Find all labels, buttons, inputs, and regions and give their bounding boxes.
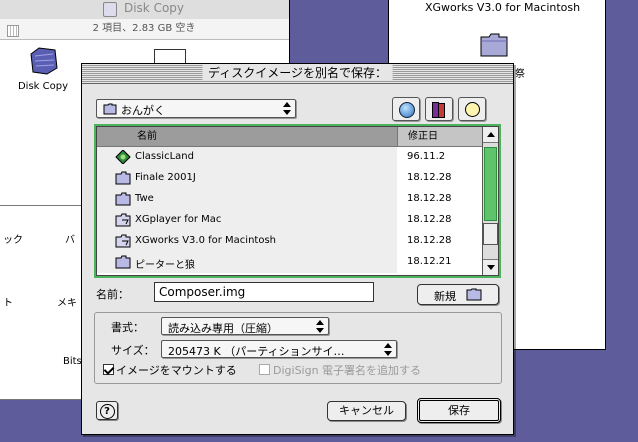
recent-button[interactable] xyxy=(458,97,486,121)
save-button[interactable]: 保存 xyxy=(417,398,501,423)
cancel-button-label: キャンセル xyxy=(339,404,394,417)
format-popup-value: 読み込み専用（圧縮） xyxy=(168,322,278,335)
network-globe-icon xyxy=(399,102,415,118)
file-row[interactable]: Twe 18.12.28 xyxy=(97,189,483,210)
popup-arrows-icon xyxy=(384,343,392,356)
file-name: Twe xyxy=(135,193,154,204)
size-popup[interactable]: 205473 K （パーティションサイ… xyxy=(161,340,397,358)
help-button[interactable]: ? xyxy=(96,401,118,420)
size-label: サイズ： xyxy=(111,344,155,357)
column-header-date[interactable]: 修正日 xyxy=(397,127,483,147)
disk-copy-info: 2 項目、2.83 GB 空き xyxy=(0,19,289,40)
options-group: 書式： 読み込み専用（圧縮） サイズ： 205473 K （パーティションサイ…… xyxy=(94,312,502,384)
dialog-title: ディスクイメージを別名で保存： xyxy=(202,65,393,81)
digisign-checkbox[interactable] xyxy=(259,364,270,375)
popup-arrows-icon xyxy=(283,102,291,115)
help-icon: ? xyxy=(99,404,115,419)
file-name: XGworks V3.0 for Macintosh xyxy=(135,235,276,246)
fragment-text: ック xyxy=(3,235,23,246)
fragment-text: メキ xyxy=(57,298,77,309)
file-date: 18.12.28 xyxy=(407,235,452,246)
folder-icon[interactable] xyxy=(479,31,509,62)
folder-icon xyxy=(466,288,482,304)
mount-checkbox[interactable] xyxy=(103,364,114,375)
disk-copy-titlebar[interactable]: Disk Copy xyxy=(0,0,289,20)
grid-view-icon[interactable] xyxy=(7,25,19,37)
save-button-label: 保存 xyxy=(448,404,470,417)
file-name: ピーターと狼 xyxy=(135,260,195,271)
file-name: Finale 2001J xyxy=(135,172,196,183)
dialog-titlebar[interactable]: ディスクイメージを別名で保存： xyxy=(82,64,513,84)
favorites-button[interactable] xyxy=(425,97,453,121)
new-folder-label: 新規 xyxy=(434,290,456,303)
folder-icon xyxy=(115,171,131,185)
alias-folder-icon xyxy=(115,234,131,248)
xgworks-window-title: XGworks V3.0 for Macintosh xyxy=(425,1,581,14)
list-scrollbar[interactable] xyxy=(482,127,498,275)
fragment-text: バ xyxy=(65,235,75,246)
size-popup-value: 205473 K （パーティションサイ… xyxy=(168,345,345,358)
save-dialog: ディスクイメージを別名で保存： おんがく 名前 修正日 ClassicLand 9… xyxy=(81,63,514,435)
name-field[interactable]: Composer.img xyxy=(154,282,374,302)
file-list[interactable]: 名前 修正日 ClassicLand 96.11.2 Finale 2001J 18.… xyxy=(94,124,501,278)
disk-copy-title: Disk Copy xyxy=(123,1,185,15)
scroll-thumb[interactable] xyxy=(483,223,498,245)
file-name: XGplayer for Mac xyxy=(135,214,222,225)
file-row[interactable]: ピーターと狼 18.12.21 xyxy=(97,252,483,273)
name-label: 名前： xyxy=(96,288,129,301)
new-folder-button[interactable]: 新規 xyxy=(417,284,499,305)
file-date: 18.12.28 xyxy=(407,193,452,204)
alias-folder-icon xyxy=(115,213,131,227)
fragment-text: 祭 xyxy=(515,69,525,80)
finder-window-lower: ック ト バ メキ Bits xyxy=(0,205,82,400)
app-icon xyxy=(115,149,131,165)
format-popup[interactable]: 読み込み専用（圧縮） xyxy=(161,317,329,335)
file-date: 18.12.28 xyxy=(407,172,452,183)
disk-copy-app-icon[interactable] xyxy=(27,46,59,76)
fragment-text: ト xyxy=(3,298,13,309)
clock-icon xyxy=(465,102,480,117)
scroll-track[interactable] xyxy=(484,147,497,221)
format-label: 書式： xyxy=(111,321,144,334)
cancel-button[interactable]: キャンセル xyxy=(327,401,406,421)
file-row[interactable]: XGplayer for Mac 18.12.28 xyxy=(97,210,483,231)
file-date: 18.12.21 xyxy=(407,256,452,267)
desktop-button[interactable] xyxy=(392,97,420,121)
file-name: ClassicLand xyxy=(135,151,194,162)
file-rows: ClassicLand 96.11.2 Finale 2001J 18.12.28 Tw… xyxy=(97,147,483,273)
digisign-checkbox-label: DigiSign 電子署名を追加する xyxy=(273,364,422,377)
file-date: 18.12.28 xyxy=(407,214,452,225)
scroll-down-arrow[interactable] xyxy=(483,259,498,275)
file-date: 96.11.2 xyxy=(407,151,446,162)
file-row[interactable]: Finale 2001J 18.12.28 xyxy=(97,168,483,189)
popup-arrows-icon xyxy=(316,320,324,333)
folder-icon xyxy=(115,255,131,269)
location-popup-label: おんがく xyxy=(121,104,165,117)
name-field-value: Composer.img xyxy=(159,285,246,299)
folder-icon xyxy=(103,103,117,118)
file-row[interactable]: XGworks V3.0 for Macintosh 18.12.28 xyxy=(97,231,483,252)
scroll-up-arrow[interactable] xyxy=(483,127,498,143)
fragment-text: Bits xyxy=(63,356,82,367)
column-header-name[interactable]: 名前 xyxy=(97,127,397,147)
file-row[interactable]: ClassicLand 96.11.2 xyxy=(97,147,483,168)
mount-checkbox-label[interactable]: イメージをマウントする xyxy=(116,362,237,378)
location-popup[interactable]: おんがく xyxy=(96,99,296,118)
books-icon-part xyxy=(438,103,445,118)
disk-copy-icon-label: Disk Copy xyxy=(17,81,69,92)
folder-icon xyxy=(115,192,131,206)
